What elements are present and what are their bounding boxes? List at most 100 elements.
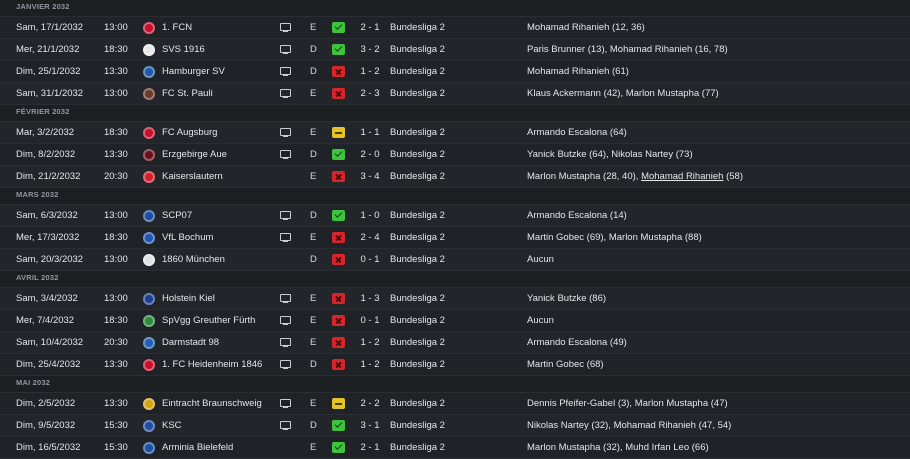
competition-name[interactable]: Bundesliga 2 [390, 310, 445, 331]
competition-name[interactable]: Bundesliga 2 [390, 249, 445, 270]
match-score-link[interactable]: 2 - 4 [358, 227, 382, 248]
match-score-link[interactable]: 3 - 4 [358, 166, 382, 187]
scorers-text: Armando Escalona (14) [527, 210, 627, 221]
match-score-link[interactable]: 1 - 0 [358, 205, 382, 226]
match-score-link[interactable]: 2 - 2 [358, 393, 382, 414]
match-time: 18:30 [104, 315, 128, 326]
fixture-row[interactable]: Dim, 25/1/2032 13:30 Hamburger SV D 1 - 2 Bun… [0, 61, 910, 83]
competition-name[interactable]: Bundesliga 2 [390, 354, 445, 375]
opponent-name-link[interactable]: 1. FC Heidenheim 1846 [162, 354, 262, 375]
loss-cross-icon [332, 66, 345, 77]
opponent-name-link[interactable]: SCP07 [162, 205, 192, 226]
match-score-link[interactable]: 1 - 3 [358, 288, 382, 309]
competition-name[interactable]: Bundesliga 2 [390, 61, 445, 82]
opponent-name-link[interactable]: SpVgg Greuther Fürth [162, 310, 255, 331]
fixture-row[interactable]: Sam, 20/3/2032 13:00 1860 München D 0 - 1 Bun… [0, 249, 910, 271]
loss-cross-icon [332, 315, 345, 326]
match-score-link[interactable]: 3 - 1 [358, 415, 382, 436]
opponent-name-link[interactable]: KSC [162, 415, 182, 436]
opponent-name-link[interactable]: Darmstadt 98 [162, 332, 219, 353]
goal-scorers: Nikolas Nartey (32), Mohamad Rihanieh (4… [527, 415, 731, 436]
match-score-link[interactable]: 3 - 2 [358, 39, 382, 60]
goal-scorers: Martin Gobec (69), Marlon Mustapha (88) [527, 227, 702, 248]
match-score-link[interactable]: 2 - 1 [358, 17, 382, 38]
match-score-link[interactable]: 2 - 3 [358, 83, 382, 104]
competition-name[interactable]: Bundesliga 2 [390, 332, 445, 353]
club-badge-icon [143, 66, 155, 78]
fixture-row[interactable]: Dim, 21/2/2032 20:30 Kaiserslautern E 3 - 4 B… [0, 166, 910, 188]
club-badge-icon [143, 22, 155, 34]
opponent-name-link[interactable]: Kaiserslautern [162, 166, 223, 187]
scorers-text: Marlon Mustapha (32), Muhd Irfan Leo (66… [527, 442, 709, 453]
goal-scorers: Paris Brunner (13), Mohamad Rihanieh (16… [527, 39, 728, 60]
opponent-name-link[interactable]: SVS 1916 [162, 39, 205, 60]
match-score-link[interactable]: 2 - 1 [358, 437, 382, 458]
fixture-row[interactable]: Sam, 17/1/2032 13:00 1. FCN E 2 - 1 Bundeslig… [0, 17, 910, 39]
venue-indicator: E [310, 293, 317, 304]
win-check-icon [332, 44, 345, 55]
match-score-link[interactable]: 1 - 2 [358, 332, 382, 353]
venue-indicator: D [310, 420, 317, 431]
match-date: Dim, 25/1/2032 [16, 66, 81, 77]
fixture-row[interactable]: Dim, 25/4/2032 13:30 1. FC Heidenheim 1846… [0, 354, 910, 376]
match-date: Sam, 31/1/2032 [16, 88, 84, 99]
scorer-player-link[interactable]: Mohamad Rihanieh [641, 171, 723, 182]
competition-name[interactable]: Bundesliga 2 [390, 437, 445, 458]
fixture-row[interactable]: Sam, 3/4/2032 13:00 Holstein Kiel E 1 - 3 Bun… [0, 288, 910, 310]
opponent-name-link[interactable]: FC Augsburg [162, 122, 217, 143]
scorers-text: Dennis Pfeifer-Gabel (3), Marlon Mustaph… [527, 398, 728, 409]
competition-name[interactable]: Bundesliga 2 [390, 83, 445, 104]
competition-name[interactable]: Bundesliga 2 [390, 227, 445, 248]
opponent-name-link[interactable]: 1860 München [162, 249, 225, 270]
tv-broadcast-icon [280, 233, 291, 242]
opponent-name-link[interactable]: Erzgebirge Aue [162, 144, 227, 165]
opponent-name-link[interactable]: Arminia Bielefeld [162, 437, 233, 458]
goal-scorers: Aucun [527, 249, 554, 270]
competition-name[interactable]: Bundesliga 2 [390, 122, 445, 143]
match-date: Sam, 3/4/2032 [16, 293, 78, 304]
win-check-icon [332, 210, 345, 221]
fixture-row[interactable]: Sam, 31/1/2032 13:00 FC St. Pauli E 2 - 3 Bun… [0, 83, 910, 105]
competition-name[interactable]: Bundesliga 2 [390, 288, 445, 309]
club-badge-icon [143, 293, 155, 305]
competition-name[interactable]: Bundesliga 2 [390, 39, 445, 60]
opponent-name-link[interactable]: Eintracht Braunschweig [162, 393, 262, 414]
fixture-row[interactable]: Sam, 10/4/2032 20:30 Darmstadt 98 E 1 - 2 Bun… [0, 332, 910, 354]
win-check-icon [332, 149, 345, 160]
competition-name[interactable]: Bundesliga 2 [390, 415, 445, 436]
opponent-name-link[interactable]: 1. FCN [162, 17, 192, 38]
competition-name[interactable]: Bundesliga 2 [390, 17, 445, 38]
opponent-name-link[interactable]: Holstein Kiel [162, 288, 215, 309]
match-score-link[interactable]: 1 - 1 [358, 122, 382, 143]
fixture-row[interactable]: Mer, 7/4/2032 18:30 SpVgg Greuther Fürth E 0… [0, 310, 910, 332]
club-badge-icon [143, 398, 155, 410]
match-score-link[interactable]: 0 - 1 [358, 249, 382, 270]
fixture-row[interactable]: Dim, 8/2/2032 13:30 Erzgebirge Aue D 2 - 0 Bu… [0, 144, 910, 166]
fixture-row[interactable]: Dim, 16/5/2032 15:30 Arminia Bielefeld E 2 -… [0, 437, 910, 459]
fixture-row[interactable]: Dim, 9/5/2032 15:30 KSC D 3 - 1 Bundesliga 2 N… [0, 415, 910, 437]
venue-indicator: E [310, 127, 317, 138]
fixture-row[interactable]: Mer, 17/3/2032 18:30 VfL Bochum E 2 - 4 Bunde… [0, 227, 910, 249]
competition-name[interactable]: Bundesliga 2 [390, 166, 445, 187]
venue-indicator: E [310, 398, 317, 409]
tv-broadcast-icon [280, 360, 291, 369]
fixture-row[interactable]: Mar, 3/2/2032 18:30 FC Augsburg E 1 - 1 Bunde… [0, 122, 910, 144]
match-score-link[interactable]: 2 - 0 [358, 144, 382, 165]
draw-dash-icon [332, 398, 345, 409]
match-score-link[interactable]: 1 - 2 [358, 61, 382, 82]
match-score-link[interactable]: 0 - 1 [358, 310, 382, 331]
club-badge-icon [143, 44, 155, 56]
fixture-row[interactable]: Sam, 6/3/2032 13:00 SCP07 D 1 - 0 Bundesliga … [0, 205, 910, 227]
opponent-name-link[interactable]: FC St. Pauli [162, 83, 213, 104]
competition-name[interactable]: Bundesliga 2 [390, 205, 445, 226]
competition-name[interactable]: Bundesliga 2 [390, 144, 445, 165]
opponent-name-link[interactable]: VfL Bochum [162, 227, 213, 248]
match-score-link[interactable]: 1 - 2 [358, 354, 382, 375]
fixture-row[interactable]: Dim, 2/5/2032 13:30 Eintracht Braunschweig… [0, 393, 910, 415]
goal-scorers: Mohamad Rihanieh (12, 36) [527, 17, 645, 38]
opponent-name-link[interactable]: Hamburger SV [162, 61, 225, 82]
venue-indicator: E [310, 88, 317, 99]
club-badge-icon [143, 127, 155, 139]
fixture-row[interactable]: Mer, 21/1/2032 18:30 SVS 1916 D 3 - 2 Bundesl… [0, 39, 910, 61]
competition-name[interactable]: Bundesliga 2 [390, 393, 445, 414]
